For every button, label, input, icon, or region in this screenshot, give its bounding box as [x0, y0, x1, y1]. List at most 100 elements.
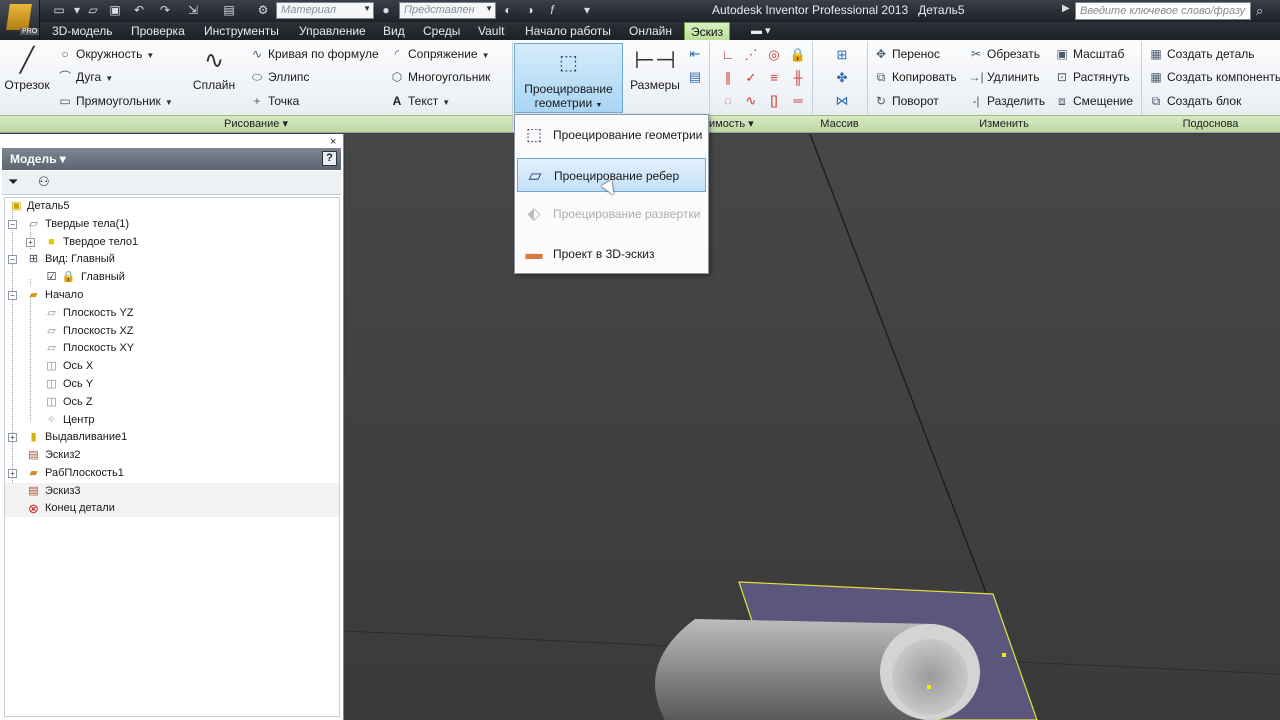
tangent-constraint-icon[interactable]: ◌ — [718, 92, 738, 110]
constrain-group-label[interactable]: имость ▾ — [709, 115, 812, 132]
auto-dimension-icon[interactable]: ⇤ — [685, 45, 705, 63]
collinear-constraint-icon[interactable]: ⋰ — [741, 46, 761, 64]
formula-fx-icon[interactable]: f — [545, 3, 559, 17]
pattern-group-label[interactable]: Массив — [812, 115, 867, 132]
circular-pattern-icon[interactable]: ✤ — [832, 69, 852, 87]
tab-sketch[interactable]: Эскиз — [684, 22, 731, 40]
adjust-appearance-icon[interactable]: ◐ — [501, 3, 515, 17]
tree-node-center-point[interactable]: ✧ Центр — [5, 412, 339, 429]
redo-icon[interactable]: ↷ — [158, 3, 172, 17]
coincident-constraint-icon[interactable]: ∟ — [718, 46, 738, 64]
panel-options-icon[interactable]: ▬ ▾ — [745, 22, 777, 40]
find-binoculars-icon[interactable]: ⚇ — [38, 174, 50, 190]
open-folder-icon[interactable]: ▱ — [86, 3, 100, 17]
graphics-viewport[interactable] — [345, 134, 1280, 720]
undo-icon[interactable]: ↶ — [132, 3, 146, 17]
tree-node-solid-bodies[interactable]: − ▱ Твердые тела(1) — [5, 216, 339, 233]
text-tool-button[interactable]: A Текст ▼ — [389, 91, 450, 111]
collapse-icon[interactable]: − — [8, 255, 17, 264]
update-icon[interactable]: ▤ — [222, 3, 236, 17]
tree-node-extrusion[interactable]: + ▮ Выдавливание1 — [5, 429, 339, 446]
settings-gear-icon[interactable]: ⚙ — [256, 3, 270, 17]
collapse-icon[interactable]: − — [8, 291, 17, 300]
tab-online[interactable]: Онлайн — [623, 22, 678, 40]
concentric-constraint-icon[interactable]: ◎ — [764, 46, 784, 64]
appearance-sphere-icon[interactable]: ● — [379, 3, 393, 17]
fix-constraint-icon[interactable]: 🔒 — [788, 46, 808, 64]
show-constraints-icon[interactable]: ▤ — [685, 68, 705, 86]
rectangular-pattern-icon[interactable]: ⊞ — [832, 46, 852, 64]
polygon-tool-button[interactable]: ⬡ Многоугольник — [389, 67, 491, 87]
tab-vault[interactable]: Vault — [472, 22, 510, 40]
rotate-button[interactable]: ↻ Поворот — [873, 91, 939, 111]
symmetric-constraint-icon[interactable]: [] — [764, 92, 784, 110]
filter-icon[interactable]: ⏷ — [8, 174, 18, 190]
tree-node-axis-z[interactable]: ◫ Ось Z — [5, 394, 339, 411]
collapse-icon[interactable]: − — [8, 220, 17, 229]
search-icon[interactable]: ⌕ — [1256, 3, 1263, 19]
project-geometry-button[interactable]: ⬚ Проецирование геометрии ▼ — [514, 43, 623, 113]
tree-node-view[interactable]: − ⊞ Вид: Главный — [5, 251, 339, 268]
help-search-input[interactable]: Введите ключевое слово/фразу — [1075, 2, 1251, 20]
copy-button[interactable]: ⧉ Копировать — [873, 67, 957, 87]
tree-node-sketch2[interactable]: ▤ Эскиз2 — [5, 447, 339, 464]
mirror-icon[interactable]: ⋈ — [832, 92, 852, 110]
tab-view[interactable]: Вид — [377, 22, 411, 40]
tab-manage[interactable]: Управление — [293, 22, 372, 40]
sketch-center-point[interactable] — [927, 685, 931, 689]
tree-node-part[interactable]: ▣ Деталь5 — [5, 198, 339, 215]
spline-tool-button[interactable]: ∿ Сплайн — [188, 44, 240, 92]
tree-node-plane-yz[interactable]: ▱ Плоскость YZ — [5, 305, 339, 322]
menu-item-project-to-3d-sketch[interactable]: ▬ Проект в 3D-эскиз — [517, 237, 706, 271]
tree-node-solid-body[interactable]: + ■ Твердое тело1 — [5, 234, 339, 251]
split-button[interactable]: -| Разделить — [968, 91, 1045, 111]
tree-node-work-plane[interactable]: + ▰ РабПлоскость1 — [5, 465, 339, 482]
tree-node-end-of-part[interactable]: ⊗ Конец детали — [5, 500, 339, 517]
offset-button[interactable]: ⧈ Смещение — [1054, 91, 1133, 111]
quick-access-dropdown-icon[interactable]: ▾ — [580, 3, 594, 17]
tree-node-plane-xz[interactable]: ▱ Плоскость XZ — [5, 323, 339, 340]
tree-node-axis-x[interactable]: ◫ Ось X — [5, 358, 339, 375]
browser-title[interactable]: Модель ▾ — [2, 148, 341, 170]
new-dropdown-icon[interactable]: ▾ — [70, 3, 84, 17]
tree-node-sketch3[interactable]: ▤ Эскиз3 — [5, 483, 339, 500]
material-combo[interactable]: Материал ▼ — [276, 2, 374, 19]
tree-node-axis-y[interactable]: ◫ Ось Y — [5, 376, 339, 393]
circle-tool-button[interactable]: ○ Окружность ▼ — [57, 44, 154, 64]
make-part-button[interactable]: ▦ Создать деталь — [1148, 44, 1254, 64]
appearance-combo[interactable]: Представлен ▼ — [399, 2, 496, 19]
menu-item-project-flat-pattern[interactable]: ⬖ Проецирование развертки — [517, 197, 706, 231]
new-file-icon[interactable]: ▭ — [52, 3, 66, 17]
perpendicular-constraint-icon[interactable]: ✓ — [741, 69, 761, 87]
layout-group-label[interactable]: Подоснова — [1141, 115, 1280, 132]
arc-tool-button[interactable]: ⌒ Дуга ▼ — [57, 67, 113, 87]
draw-group-label[interactable]: Рисование ▾ — [0, 115, 512, 132]
save-icon[interactable]: ▣ — [108, 3, 122, 17]
expand-icon[interactable]: + — [8, 469, 17, 478]
dimension-button[interactable]: ⊢⊣ Размеры — [626, 44, 684, 92]
expand-icon[interactable]: + — [26, 238, 35, 247]
create-block-button[interactable]: ⧉ Создать блок — [1148, 91, 1242, 111]
menu-item-project-geometry[interactable]: ⬚ Проецирование геометрии — [517, 118, 706, 152]
clear-appearance-icon[interactable]: ◑ — [523, 3, 537, 17]
tree-node-plane-xy[interactable]: ▱ Плоскость XY — [5, 340, 339, 357]
move-button[interactable]: ✥ Перенос — [873, 44, 940, 64]
trim-button[interactable]: ✂ Обрезать — [968, 44, 1040, 64]
extend-button[interactable]: →| Удлинить — [968, 67, 1039, 87]
rectangle-tool-button[interactable]: ▭ Прямоугольник ▼ — [57, 91, 172, 111]
smooth-constraint-icon[interactable]: ∿ — [741, 92, 761, 110]
sketch-point[interactable] — [1002, 653, 1006, 657]
make-components-button[interactable]: ▦ Создать компоненты — [1148, 67, 1280, 87]
horizontal-constraint-icon[interactable]: ≡ — [764, 69, 784, 87]
browser-close-icon[interactable]: × — [330, 136, 336, 148]
tree-node-origin[interactable]: − ▰ Начало — [5, 287, 339, 304]
tab-get-started[interactable]: Начало работы — [519, 22, 617, 40]
point-tool-button[interactable]: + Точка — [249, 91, 299, 111]
checkmark-icon[interactable]: ☑ — [44, 270, 59, 285]
modify-group-label[interactable]: Изменить — [867, 115, 1141, 132]
tab-tools[interactable]: Инструменты — [198, 22, 285, 40]
line-tool-button[interactable]: ╱ Отрезок — [2, 44, 52, 92]
equation-curve-button[interactable]: ∿ Кривая по формуле — [249, 44, 379, 64]
scale-button[interactable]: ▣ Масштаб — [1054, 44, 1124, 64]
fillet-tool-button[interactable]: ◜ Сопряжение ▼ — [389, 44, 490, 64]
